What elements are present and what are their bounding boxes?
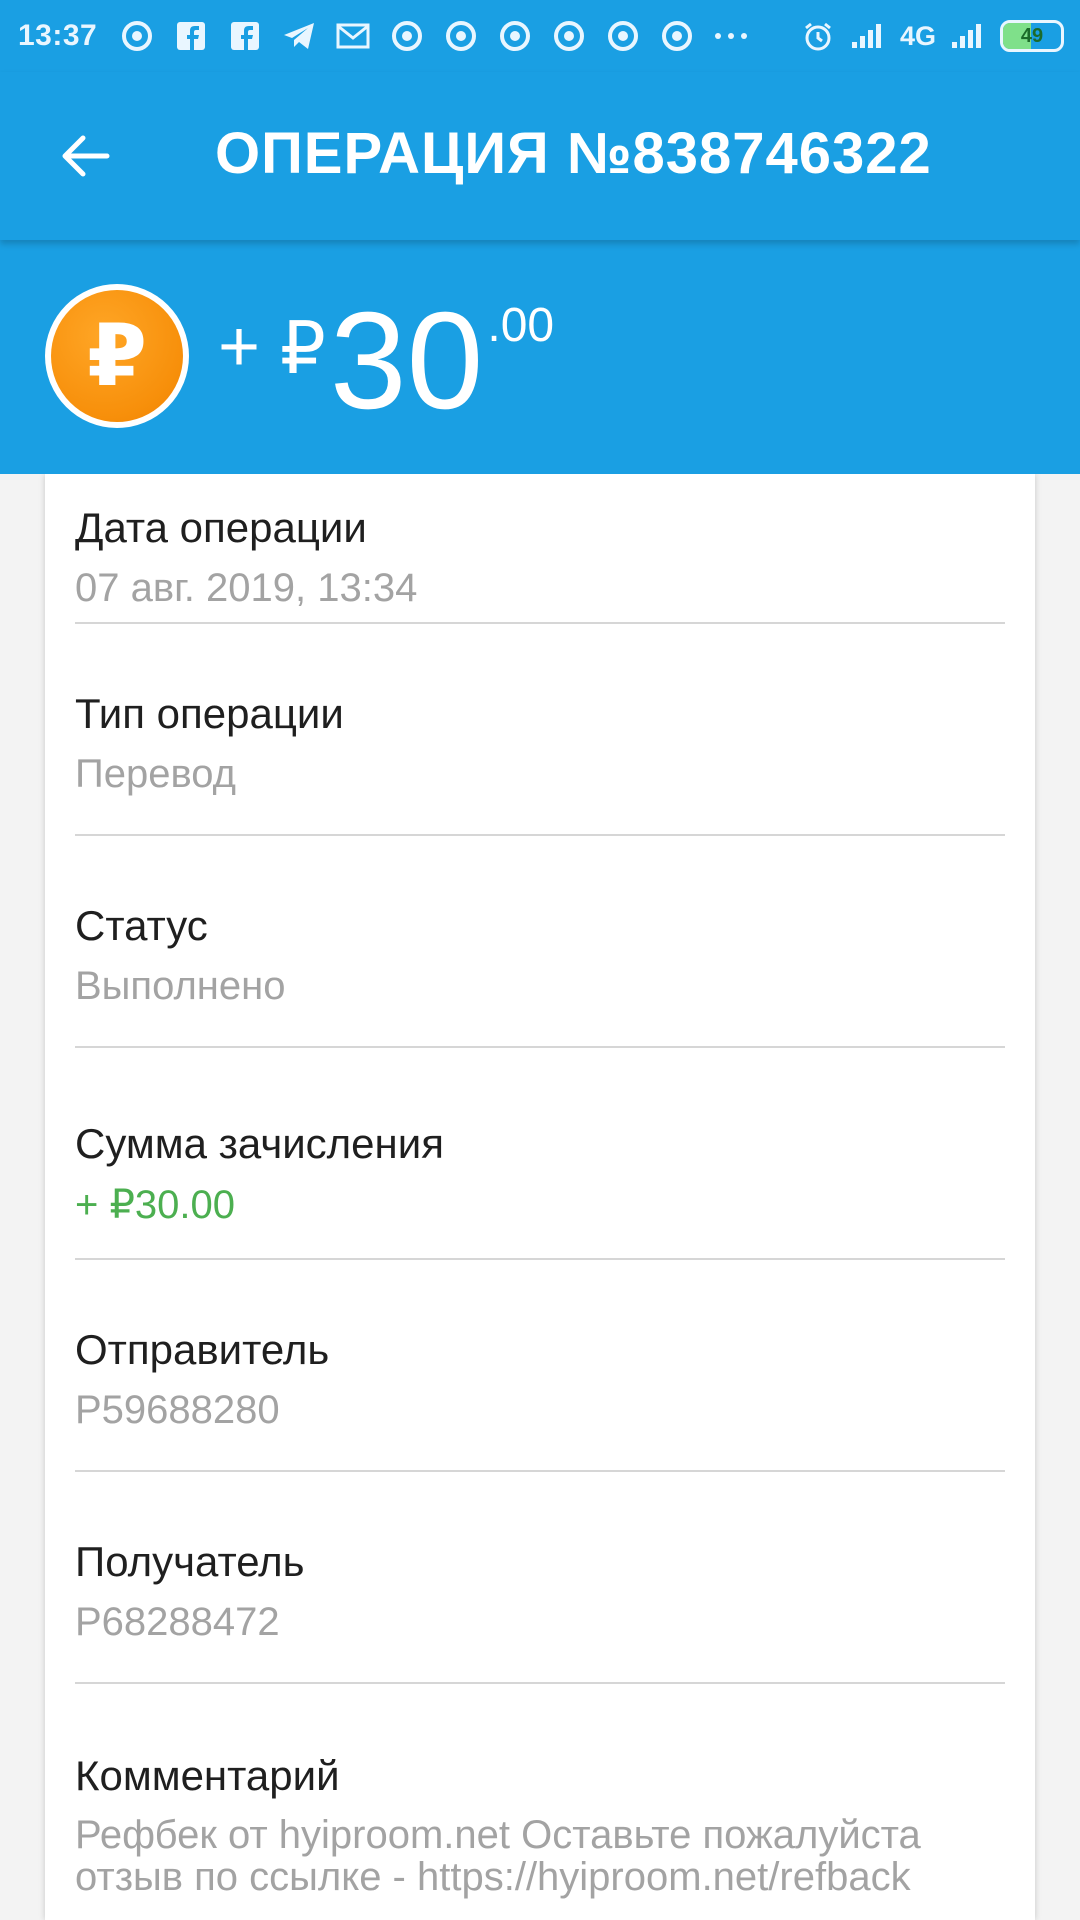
detail-row-credit-amount: Сумма зачисления + ₽30.00 — [75, 1120, 1005, 1260]
detail-value: Рефбек от hyiproom.net Оставьте пожалуйс… — [75, 1814, 1005, 1898]
mail-icon — [335, 18, 371, 54]
network-type: 4G — [899, 20, 936, 51]
amount-header: ₽ + ₽ 30 .00 — [0, 240, 1080, 474]
comment-line: Рефбек от hyiproom.net Оставьте пожалуйс… — [75, 1813, 921, 1857]
signal-icon — [950, 18, 986, 54]
detail-row-status: Статус Выполнено — [75, 902, 1005, 1048]
detail-value: 07 авг. 2019, 13:34 — [75, 566, 418, 610]
comment-line: отзыв по ссылке - https://hyiproom.net/r… — [75, 1855, 911, 1899]
page-title: ОПЕРАЦИЯ №838746322 — [215, 121, 932, 186]
chrome-icon — [497, 18, 533, 54]
battery-level: 49 — [1020, 24, 1044, 47]
detail-value: Выполнено — [75, 964, 286, 1008]
operation-details-card: Дата операции 07 авг. 2019, 13:34 Тип оп… — [45, 474, 1035, 1920]
amount-decimals: .00 — [487, 299, 555, 352]
detail-value: + ₽30.00 — [75, 1183, 236, 1227]
ruble-coin-symbol: ₽ — [51, 290, 183, 422]
ruble-coin-icon: ₽ — [45, 284, 189, 428]
chrome-icon — [443, 18, 479, 54]
detail-value: P68288472 — [75, 1600, 280, 1644]
detail-label: Отправитель — [75, 1326, 330, 1373]
amount-display: + ₽ 30 .00 — [218, 292, 554, 430]
detail-row-recipient: Получатель P68288472 — [75, 1538, 1005, 1684]
amount-sign: + — [218, 307, 261, 387]
app-bar: ОПЕРАЦИЯ №838746322 — [0, 72, 1080, 240]
detail-value: Перевод — [75, 752, 236, 796]
detail-label: Комментарий — [75, 1752, 340, 1799]
notification-icons — [119, 18, 749, 54]
status-bar: 13:37 4G 49 — [0, 0, 1080, 72]
chrome-icon — [551, 18, 587, 54]
signal-icon — [850, 18, 886, 54]
detail-label: Получатель — [75, 1538, 305, 1585]
amount-currency: ₽ — [280, 309, 326, 389]
chrome-icon — [389, 18, 425, 54]
battery-icon: 49 — [1000, 20, 1064, 52]
back-button[interactable] — [52, 122, 120, 190]
alarm-icon — [800, 18, 836, 54]
status-right: 4G 49 — [800, 18, 1064, 54]
detail-value: P59688280 — [75, 1388, 280, 1432]
chrome-icon — [119, 18, 155, 54]
status-time: 13:37 — [18, 19, 98, 52]
arrow-back-icon — [62, 135, 110, 177]
telegram-icon — [281, 18, 317, 54]
detail-label: Тип операции — [75, 690, 344, 737]
amount-integer: 30 — [329, 284, 484, 438]
more-dots-icon — [713, 18, 749, 54]
detail-label: Дата операции — [75, 504, 367, 551]
chrome-icon — [605, 18, 641, 54]
detail-label: Сумма зачисления — [75, 1120, 444, 1167]
detail-row-sender: Отправитель P59688280 — [75, 1326, 1005, 1472]
detail-row-comment: Комментарий Рефбек от hyiproom.net Остав… — [75, 1752, 1005, 1912]
detail-label: Статус — [75, 902, 208, 949]
chrome-icon — [659, 18, 695, 54]
facebook-icon — [173, 18, 209, 54]
detail-row-date: Дата операции 07 авг. 2019, 13:34 — [75, 504, 1005, 624]
facebook-icon — [227, 18, 263, 54]
detail-row-type: Тип операции Перевод — [75, 690, 1005, 836]
